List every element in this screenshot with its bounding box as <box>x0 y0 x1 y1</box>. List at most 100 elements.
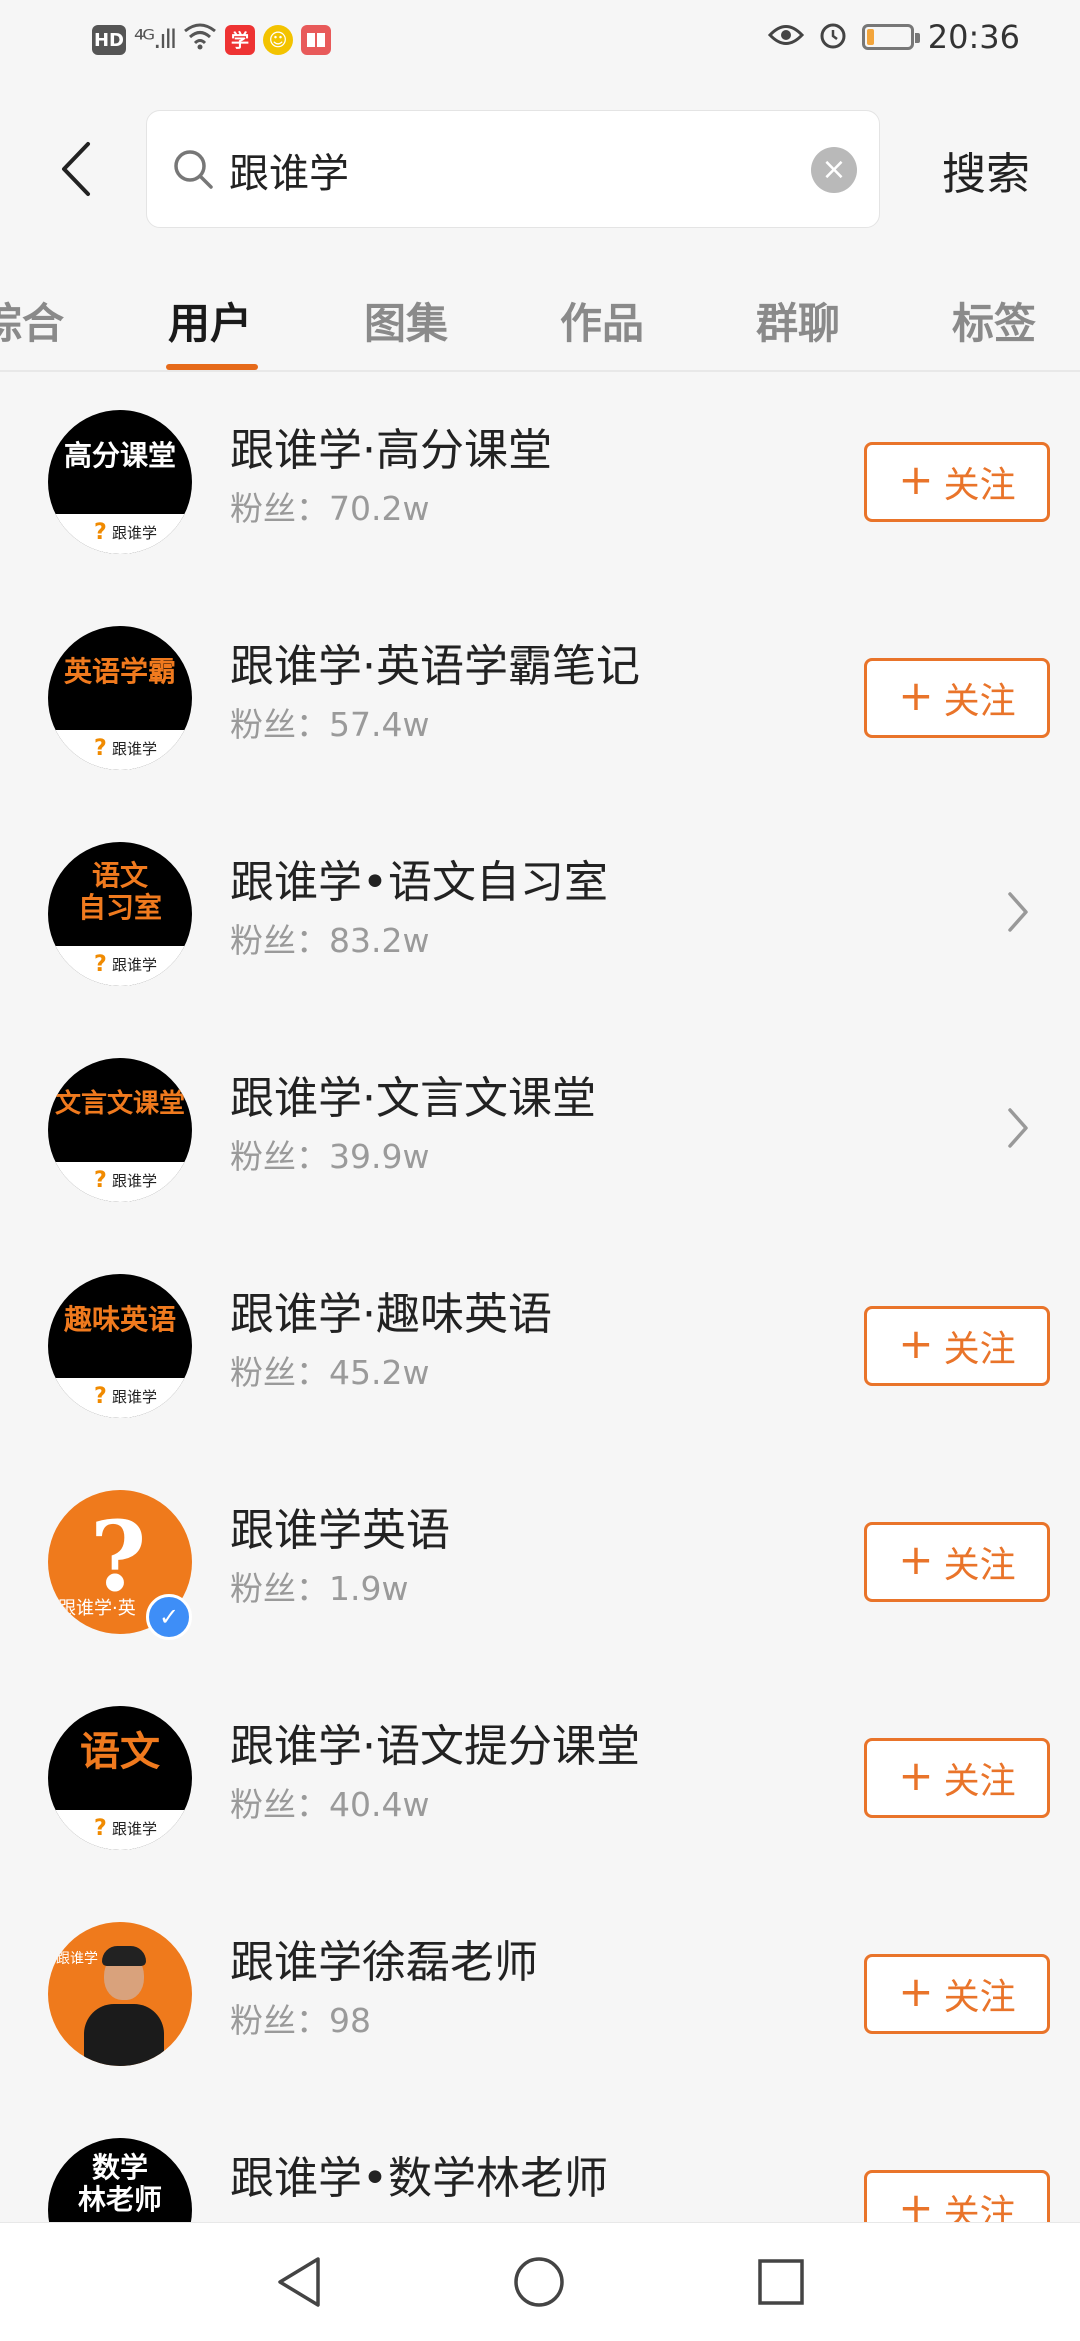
plus-icon: + <box>898 1967 934 2016</box>
avatar: 英语学霸 ? 跟谁学 <box>48 626 192 770</box>
tab-albums[interactable]: 图集 <box>364 290 448 351</box>
avatar: 文言文课堂 ? 跟谁学 <box>48 1058 192 1202</box>
follow-button[interactable]: + 关注 <box>864 442 1050 522</box>
status-icons-right: 20:36 <box>767 18 1020 56</box>
search-query: 跟谁学 <box>229 151 349 197</box>
avatar-brand: 跟谁学 <box>112 1388 158 1406</box>
tab-group-chat[interactable]: 群聊 <box>756 290 840 351</box>
chevron-right-icon[interactable] <box>1006 1106 1030 1150</box>
avatar-brand: 跟谁学 <box>112 1172 158 1190</box>
fans-count: 粉丝：40.4w <box>230 1785 430 1824</box>
user-name: 跟谁学·趣味英语 <box>230 1289 552 1340</box>
follow-button[interactable]: + 关注 <box>864 1522 1050 1602</box>
fans-count: 粉丝：39.9w <box>230 1137 430 1176</box>
avatar-text: 语文 <box>80 1728 160 1775</box>
avatar: 跟谁学 <box>48 1922 192 2066</box>
list-item[interactable]: 跟谁学 跟谁学徐磊老师 粉丝：98 + 关注 <box>0 1886 1080 2102</box>
avatar-logo: ? <box>94 1168 107 1193</box>
fans-count: 粉丝：1.9w <box>230 1569 409 1608</box>
wifi-icon <box>183 22 217 58</box>
battery-icon <box>861 24 920 50</box>
tab-users[interactable]: 用户 <box>168 290 252 351</box>
user-name: 跟谁学·英语学霸笔记 <box>230 641 640 692</box>
nav-back-icon[interactable] <box>274 2255 324 2309</box>
avatar-logo: ? <box>94 520 107 545</box>
active-tab-indicator <box>166 364 258 370</box>
follow-label: 关注 <box>943 1329 1016 1370</box>
emoji-notification-icon: ☺ <box>263 25 294 55</box>
list-item[interactable]: 文言文课堂 ? 跟谁学 跟谁学·文言文课堂 粉丝：39.9w <box>0 1022 1080 1238</box>
avatar-text: 英语学霸 <box>63 655 176 688</box>
hd-icon: HD <box>92 25 126 55</box>
follow-label: 关注 <box>943 681 1016 722</box>
eye-icon <box>767 22 804 52</box>
fans-count: 粉丝：57.4w <box>230 705 430 744</box>
chevron-left-icon <box>62 142 90 196</box>
follow-label: 关注 <box>943 1545 1016 1586</box>
list-item[interactable]: 语文 ? 跟谁学 跟谁学·语文提分课堂 粉丝：40.4w + 关注 <box>0 1670 1080 1886</box>
search-header: 跟谁学 × 搜索 <box>0 108 1080 230</box>
list-item[interactable]: 高分课堂 ? 跟谁学 跟谁学·高分课堂 粉丝：70.2w + 关注 <box>0 374 1080 590</box>
status-bar: HD ⁴ᴳ.ıll 学 ☺ 20:36 <box>0 0 1080 86</box>
user-name: 跟谁学徐磊老师 <box>230 1937 538 1988</box>
avatar-text: 趣味英语 <box>63 1303 176 1336</box>
avatar-text: 跟谁学·英 <box>58 1598 136 1619</box>
tab-works[interactable]: 作品 <box>560 290 644 351</box>
tab-tags[interactable]: 标签 <box>952 290 1036 351</box>
plus-icon: + <box>898 1535 934 1584</box>
result-tabs: 综合 用户 图集 作品 群聊 标签 <box>0 264 1080 372</box>
follow-button[interactable]: + 关注 <box>864 1738 1050 1818</box>
avatar-brand: 跟谁学 <box>112 524 158 542</box>
clear-icon[interactable]: × <box>811 147 857 193</box>
avatar-logo: ? <box>94 736 107 761</box>
avatar-brand: 跟谁学 <box>112 740 158 758</box>
status-icons-left: HD ⁴ᴳ.ıll 学 ☺ <box>92 22 332 58</box>
avatar-text: 文言文课堂 <box>54 1089 185 1119</box>
status-time: 20:36 <box>927 18 1020 56</box>
verified-check-icon: ✓ <box>146 1594 192 1640</box>
follow-label: 关注 <box>943 1977 1016 2018</box>
search-input[interactable]: 跟谁学 × <box>146 110 880 228</box>
fans-count: 粉丝：98 <box>230 2001 371 2040</box>
fans-count: 粉丝：45.2w <box>230 1353 430 1392</box>
book-notification-icon <box>301 25 332 55</box>
back-button[interactable] <box>46 134 106 204</box>
plus-icon: + <box>898 455 934 504</box>
plus-icon: + <box>898 671 934 720</box>
user-name: 跟谁学·语文提分课堂 <box>230 1721 640 1772</box>
avatar-logo: ? <box>94 952 107 977</box>
follow-button[interactable]: + 关注 <box>864 658 1050 738</box>
tab-comprehensive[interactable]: 综合 <box>0 290 64 351</box>
app-notification-icon: 学 <box>225 25 256 55</box>
nav-home-icon[interactable] <box>512 2255 566 2309</box>
list-item[interactable]: 趣味英语 ? 跟谁学 跟谁学·趣味英语 粉丝：45.2w + 关注 <box>0 1238 1080 1454</box>
chevron-right-icon[interactable] <box>1006 890 1030 934</box>
avatar-brand: 跟谁学 <box>112 1820 158 1838</box>
avatar: 语文 ? 跟谁学 <box>48 1706 192 1850</box>
user-name: 跟谁学·文言文课堂 <box>230 1073 596 1124</box>
follow-button[interactable]: + 关注 <box>864 1954 1050 2034</box>
list-item[interactable]: 英语学霸 ? 跟谁学 跟谁学·英语学霸笔记 粉丝：57.4w + 关注 <box>0 590 1080 806</box>
follow-button[interactable]: + 关注 <box>864 1306 1050 1386</box>
avatar-text: 语文 自习室 <box>77 859 162 924</box>
plus-icon: + <box>898 1319 934 1368</box>
avatar-logo: ? <box>94 1384 107 1409</box>
avatar-text: 跟谁学 <box>56 1951 98 1967</box>
avatar: 语文 自习室 ? 跟谁学 <box>48 842 192 986</box>
list-item[interactable]: 语文 自习室 ? 跟谁学 跟谁学•语文自习室 粉丝：83.2w <box>0 806 1080 1022</box>
avatar-logo: ? <box>94 1816 107 1841</box>
follow-label: 关注 <box>943 465 1016 506</box>
user-name: 跟谁学•语文自习室 <box>230 857 608 908</box>
avatar-text: 高分课堂 <box>63 439 176 472</box>
user-name: 跟谁学英语 <box>230 1505 450 1556</box>
search-icon <box>174 150 213 189</box>
system-navigation-bar <box>0 2222 1080 2341</box>
user-name: 跟谁学•数学林老师 <box>230 2153 608 2204</box>
fans-count: 粉丝：83.2w <box>230 921 430 960</box>
signal-icon: ⁴ᴳ.ıll <box>134 25 177 55</box>
avatar: 高分课堂 ? 跟谁学 <box>48 410 192 554</box>
alarm-icon <box>818 20 848 54</box>
list-item[interactable]: ? 跟谁学·英 ✓ 跟谁学英语 粉丝：1.9w + 关注 <box>0 1454 1080 1670</box>
nav-recents-icon[interactable] <box>756 2257 806 2307</box>
search-button[interactable]: 搜索 <box>942 138 1030 202</box>
